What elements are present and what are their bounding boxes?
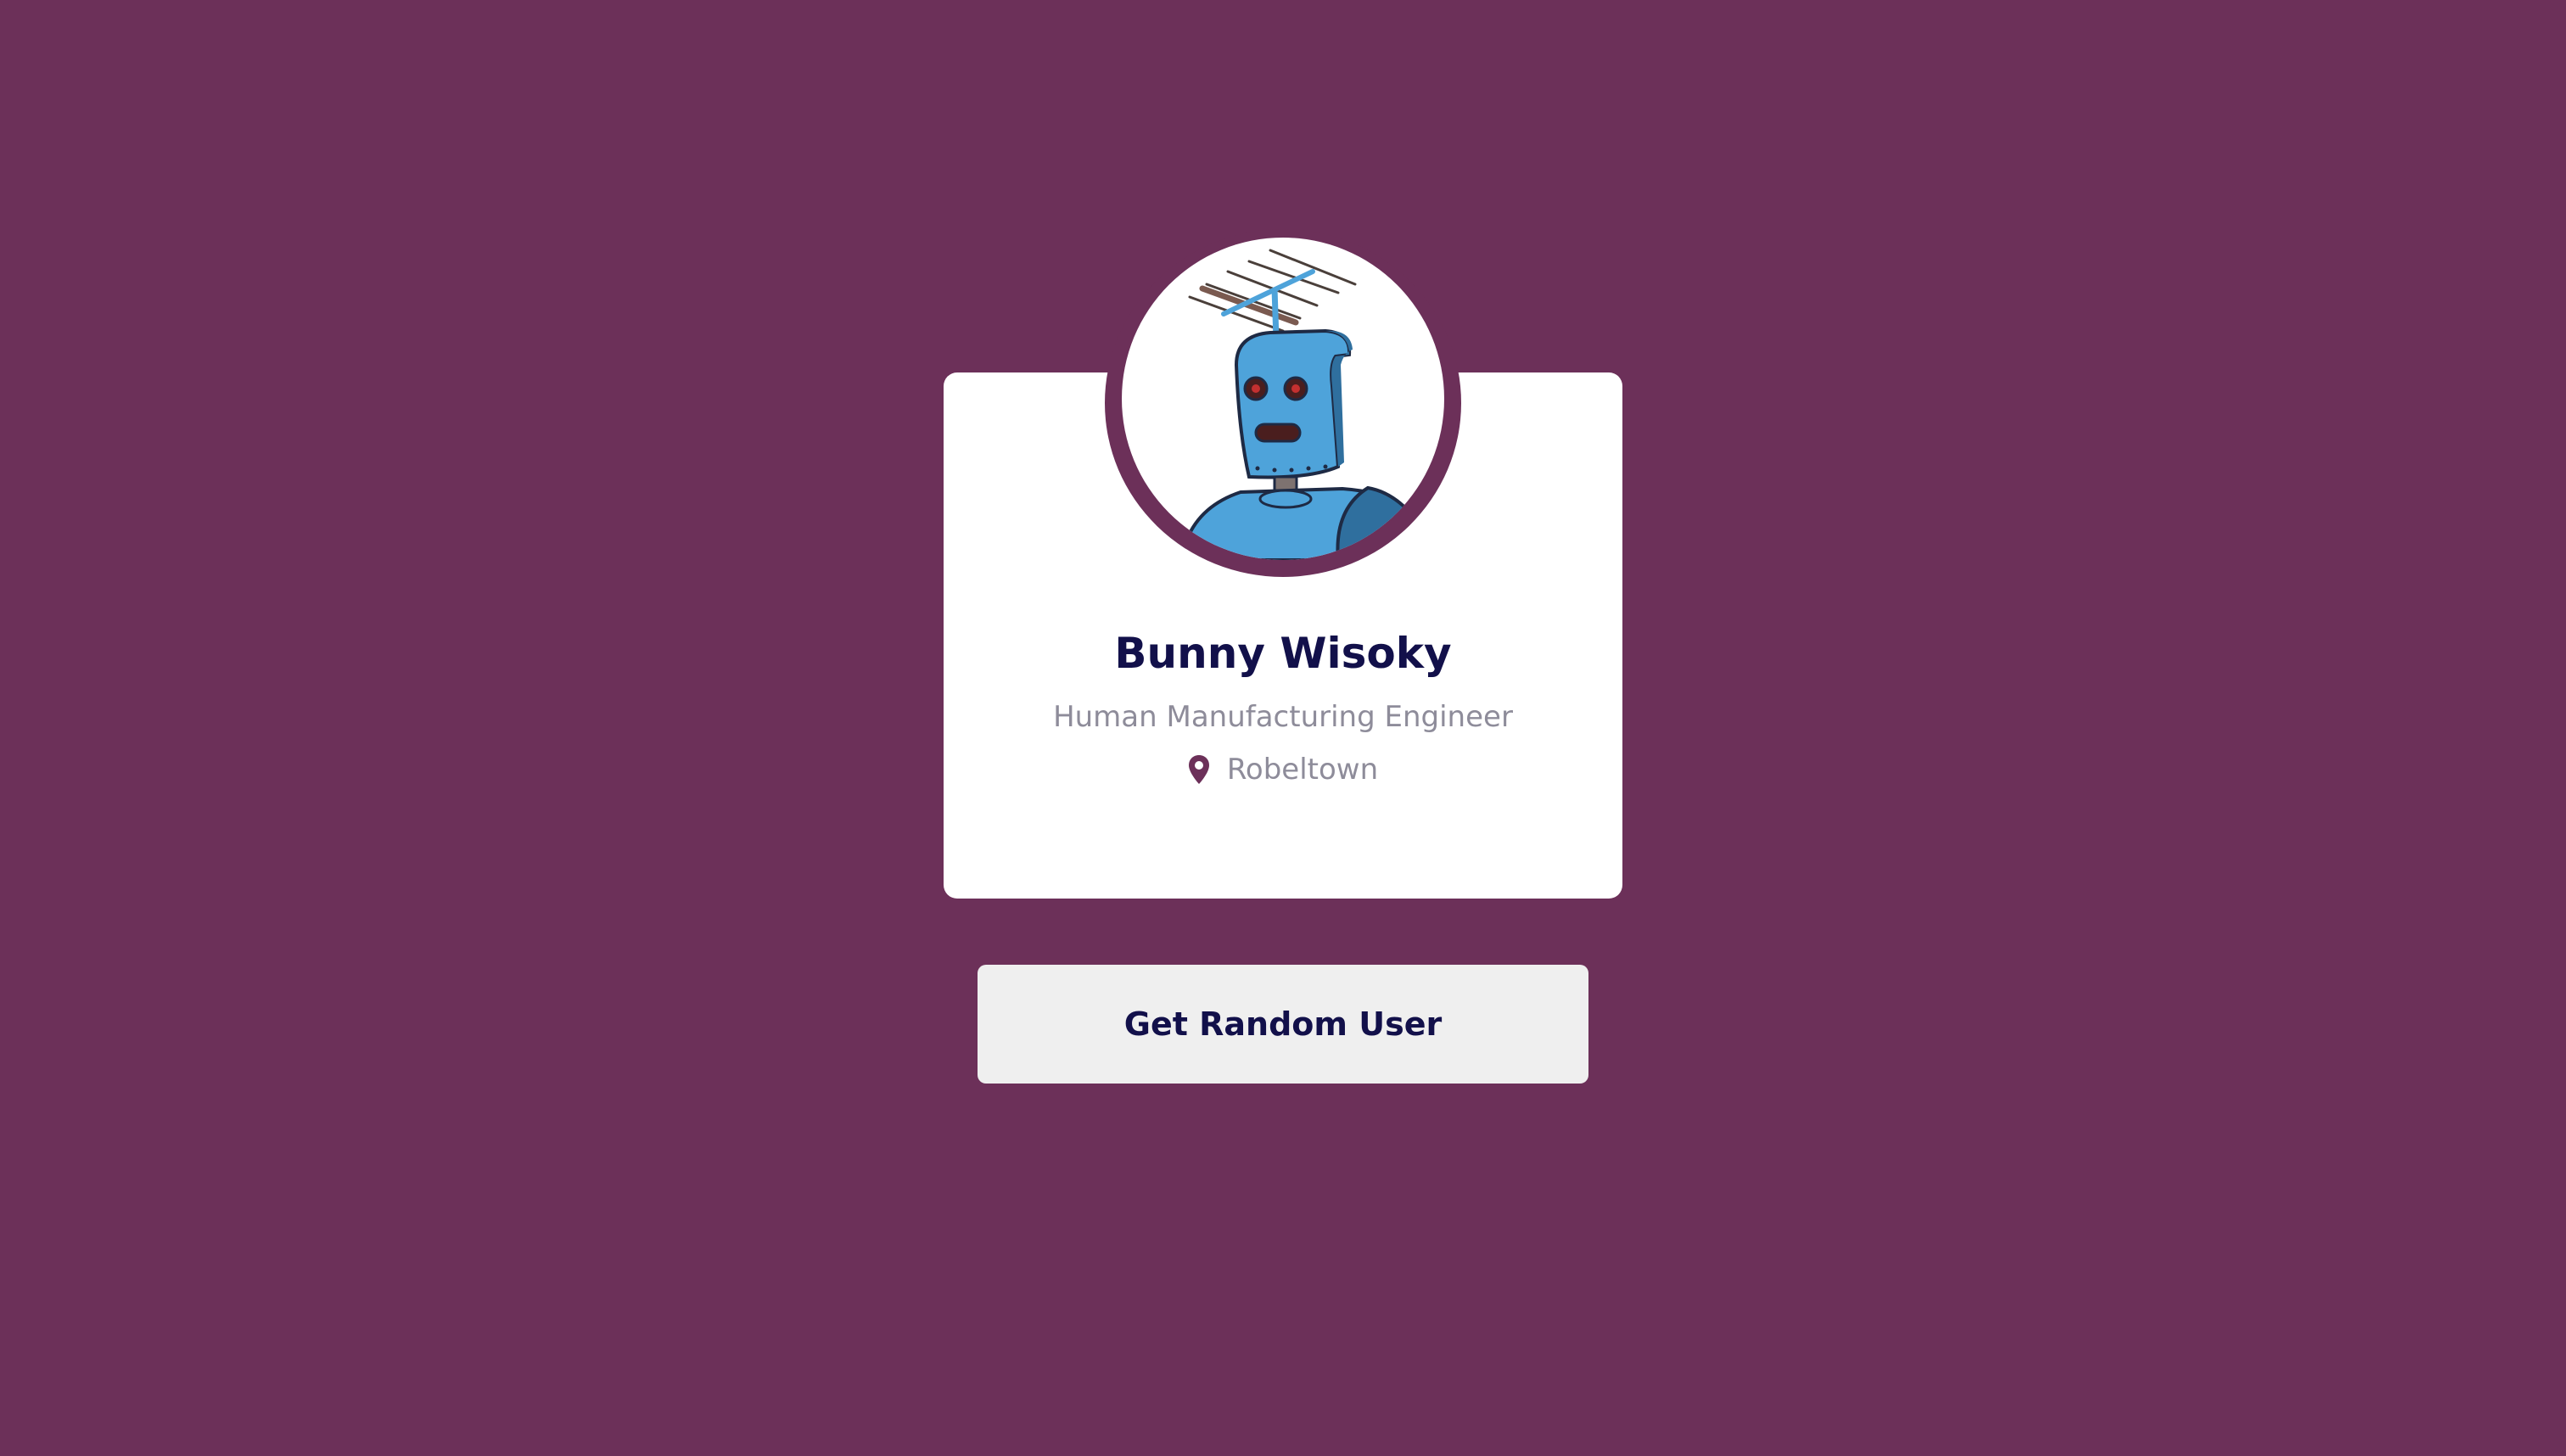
user-location: Robeltown [944, 748, 1622, 791]
robot-avatar-icon [1179, 249, 1438, 560]
avatar [1122, 238, 1444, 560]
map-pin-icon [1188, 755, 1209, 784]
user-name: Bunny Wisoky [1114, 629, 1452, 678]
get-random-user-button[interactable]: Get Random User [978, 965, 1588, 1084]
location-label: Robeltown [1226, 753, 1379, 787]
user-job-title: Human Manufacturing Engineer [1053, 700, 1513, 734]
